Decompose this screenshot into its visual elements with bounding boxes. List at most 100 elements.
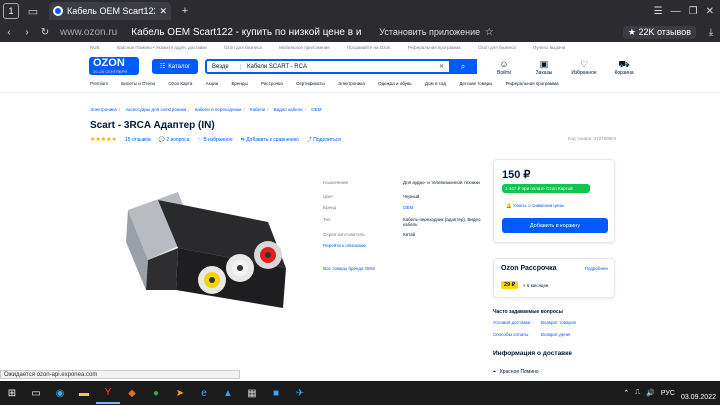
clear-search-icon[interactable]: ✕ bbox=[439, 63, 449, 70]
taskbar-app[interactable]: e bbox=[192, 382, 216, 404]
menu-item[interactable]: Акции bbox=[206, 81, 219, 86]
favorites-button[interactable]: ♡ Избранное bbox=[570, 59, 598, 76]
faq-link[interactable]: Условия доставки bbox=[493, 320, 541, 325]
close-tab-icon[interactable]: ✕ bbox=[159, 6, 167, 17]
go-to-description-link[interactable]: Перейти к описанию bbox=[323, 243, 483, 248]
network-icon[interactable]: ⎍ bbox=[635, 389, 640, 397]
taskbar-app[interactable]: ◉ bbox=[48, 382, 72, 404]
all-brand-products-link[interactable]: Все товары бренда OEM bbox=[323, 266, 483, 271]
install-app-button[interactable]: Установить приложение bbox=[379, 27, 480, 37]
menu-item[interactable]: Бренды bbox=[231, 81, 247, 86]
taskbar-app[interactable]: ▭ bbox=[24, 382, 48, 404]
bookmark-icon[interactable]: ☆ bbox=[480, 27, 498, 38]
menu-item[interactable]: Детские товары bbox=[459, 81, 492, 86]
price-drop-notify-link[interactable]: 🔔 Узнать о снижении цены bbox=[506, 203, 564, 209]
volume-icon[interactable]: 🔊 bbox=[646, 389, 655, 397]
add-to-cart-button[interactable]: Добавить в корзину bbox=[502, 218, 608, 233]
search-scope-select[interactable]: Везде bbox=[207, 63, 241, 70]
cart-icon: ⛟ bbox=[618, 59, 630, 69]
tab-count-button[interactable]: 1 bbox=[3, 3, 19, 19]
breadcrumb-item[interactable]: Аксессуары для электроники bbox=[125, 107, 186, 112]
back-icon[interactable]: ‹ bbox=[0, 27, 18, 38]
menu-item[interactable]: Дом и сад bbox=[425, 81, 446, 86]
catalog-button[interactable]: ☷ Каталог bbox=[152, 59, 198, 74]
topline-item[interactable]: Мобильное приложение bbox=[279, 45, 330, 50]
browser-tab[interactable]: Кабель OEM Scart122 ✕ bbox=[49, 2, 171, 20]
topline-item[interactable]: Пункты выдачи bbox=[533, 45, 565, 50]
faq-link[interactable]: Способы оплаты bbox=[493, 332, 541, 337]
compare-link[interactable]: ⇆ Добавить к сравнению bbox=[241, 137, 299, 143]
maximize-icon[interactable]: ❐ bbox=[689, 6, 698, 17]
taskbar-app[interactable]: ◆ bbox=[120, 382, 144, 404]
download-icon[interactable]: ⤓ bbox=[702, 27, 720, 38]
add-to-favorites-link[interactable]: ♡ В избранное bbox=[197, 137, 232, 143]
tray-chevron-icon[interactable]: ⌃ bbox=[623, 389, 629, 397]
ozon-card-price-badge[interactable]: 1 447 ₽ при оплате Ozon Картой bbox=[502, 184, 590, 193]
menu-item[interactable]: Рассрочка bbox=[261, 81, 283, 86]
clock-time bbox=[681, 384, 716, 393]
share-link[interactable]: ⤴ Поделиться bbox=[307, 136, 341, 143]
installment-title: Ozon Рассрочка bbox=[501, 265, 557, 272]
url-field[interactable]: www.ozon.ru bbox=[60, 27, 117, 38]
reviews-pill[interactable]: ★ 22K отзывов bbox=[622, 25, 696, 39]
orders-button[interactable]: ▣ Заказы bbox=[530, 59, 558, 76]
delivery-city[interactable]: ⌖ Красное Помино bbox=[493, 369, 539, 375]
taskbar-app[interactable]: Y bbox=[96, 382, 120, 404]
photoshop-icon: ■ bbox=[272, 387, 280, 399]
rating-stars[interactable]: ★★★★★ bbox=[90, 136, 117, 143]
new-tab-button[interactable]: + bbox=[177, 3, 193, 19]
breadcrumb-item[interactable]: Электроника bbox=[90, 107, 117, 112]
breadcrumb-item[interactable]: Кабели bbox=[250, 107, 265, 112]
close-window-icon[interactable]: ✕ bbox=[706, 6, 714, 17]
search-button[interactable]: ⌕ bbox=[449, 59, 477, 74]
breadcrumb-item[interactable]: OEM bbox=[311, 107, 321, 112]
menu-item[interactable]: Билеты и Отели bbox=[121, 81, 155, 86]
login-button[interactable]: ☺ Войти bbox=[490, 59, 518, 76]
menu-item[interactable]: Реферальная программа bbox=[506, 81, 559, 86]
minimize-icon[interactable]: — bbox=[671, 6, 681, 17]
start-button[interactable]: ⊞ bbox=[0, 382, 24, 404]
topline-item[interactable]: Ozon для бизнеса bbox=[224, 45, 262, 50]
menu-item[interactable]: Одежда и обувь bbox=[378, 81, 412, 86]
topline-item[interactable]: Продавайте на Ozon bbox=[347, 45, 390, 50]
taskbar-app[interactable]: ■ bbox=[264, 382, 288, 404]
price-card: 150 ₽ 1 447 ₽ при оплате Ozon Картой 🔔 У… bbox=[493, 159, 615, 243]
taskbar-app[interactable]: ▬ bbox=[72, 382, 96, 404]
menu-item[interactable]: Premium bbox=[90, 81, 108, 86]
taskbar-app[interactable]: ▦ bbox=[240, 382, 264, 404]
language-indicator[interactable]: РУС bbox=[661, 390, 675, 397]
faq-link[interactable]: Возврат товаров bbox=[541, 320, 601, 325]
cart-button[interactable]: ⛟ Корзина bbox=[610, 59, 638, 76]
reload-icon[interactable]: ↻ bbox=[36, 27, 54, 38]
menu-icon[interactable]: ☰ bbox=[654, 6, 663, 17]
forward-icon[interactable]: › bbox=[18, 27, 36, 38]
user-icon: ☺ bbox=[499, 59, 509, 69]
topline-item[interactable]: Реферальная программа bbox=[408, 45, 461, 50]
breadcrumb-item[interactable]: Видео кабели bbox=[274, 107, 303, 112]
menu-item[interactable]: Сертификаты bbox=[296, 81, 325, 86]
taskbar-app[interactable]: ✈ bbox=[288, 382, 312, 404]
topline-item[interactable]: RUB bbox=[90, 45, 100, 50]
questions-link[interactable]: 💬 2 вопроса bbox=[159, 137, 190, 143]
clock[interactable]: 03.09.2022 bbox=[681, 384, 716, 402]
topline-item[interactable]: Красное Помино • Укажите адрес доставки bbox=[117, 45, 207, 50]
menu-item[interactable]: Электроника bbox=[338, 81, 365, 86]
location-pin-icon: ⌖ bbox=[493, 369, 496, 375]
breadcrumb-item[interactable]: Кабели и переходники bbox=[195, 107, 242, 112]
property-value-link[interactable]: OEM bbox=[403, 205, 483, 211]
search-input[interactable]: Кабели SCART - RCA bbox=[241, 64, 439, 70]
taskbar-app[interactable]: ➤ bbox=[168, 382, 192, 404]
faq-link[interactable]: Возврат денег bbox=[541, 332, 601, 337]
ozon-logo[interactable]: OZON 20–25 СЕНТЯБРЯ bbox=[89, 57, 139, 75]
folder-icon[interactable]: ▭ bbox=[25, 3, 41, 19]
product-image[interactable] bbox=[118, 180, 298, 320]
taskbar-app[interactable]: ▲ bbox=[216, 382, 240, 404]
arrow-app-icon: ➤ bbox=[175, 387, 185, 399]
menu-item[interactable]: Ozon Карта bbox=[168, 81, 192, 86]
taskbar-app[interactable]: ● bbox=[144, 382, 168, 404]
installment-details-link[interactable]: Подробнее bbox=[585, 266, 608, 271]
reviews-link[interactable]: 15 отзывов bbox=[125, 137, 151, 143]
breadcrumb: Электроника / Аксессуары для электроники /… bbox=[90, 107, 323, 112]
ie-icon: e bbox=[201, 387, 207, 399]
topline-item[interactable]: Ozon для бизнеса bbox=[478, 45, 516, 50]
